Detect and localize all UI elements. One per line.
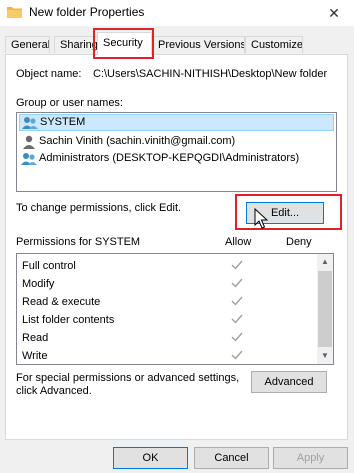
list-item: Write — [17, 347, 317, 365]
tab-previous-versions[interactable]: Previous Versions — [152, 36, 245, 53]
close-icon: ✕ — [328, 4, 340, 21]
allow-header: Allow — [225, 236, 252, 248]
scroll-thumb[interactable] — [318, 271, 332, 347]
user-list[interactable]: SYSTEM Sachin Vinith (sachin.vinith@gmai… — [16, 112, 337, 192]
change-permissions-hint: To change permissions, click Edit. — [16, 202, 182, 214]
folder-icon — [7, 7, 22, 18]
list-item-label: Administrators (DESKTOP-KEPQGDI\Administ… — [39, 152, 300, 164]
advanced-button[interactable]: Advanced — [251, 371, 327, 393]
group-label: Group or user names: — [16, 97, 123, 109]
tab-general[interactable]: General — [5, 36, 50, 53]
list-item[interactable]: Sachin Vinith (sachin.vinith@gmail.com) — [19, 133, 235, 150]
object-name-label: Object name: — [16, 68, 82, 80]
scroll-down-icon[interactable]: ▼ — [320, 351, 330, 361]
permission-name: Full control — [22, 260, 76, 272]
check-icon — [231, 278, 243, 288]
mouse-cursor-icon — [254, 208, 268, 229]
tab-customize[interactable]: Customize — [245, 36, 303, 53]
permission-name: Read & execute — [22, 296, 101, 308]
check-icon — [231, 314, 243, 324]
ok-button[interactable]: OK — [113, 447, 188, 469]
title-bar: New folder Properties ✕ — [0, 0, 354, 26]
users-icon — [21, 152, 37, 165]
users-icon — [22, 116, 38, 129]
check-icon — [231, 260, 243, 270]
cancel-button[interactable]: Cancel — [194, 447, 269, 469]
special-permissions-hint-2: click Advanced. — [16, 385, 92, 397]
list-item: Read — [17, 329, 317, 347]
list-item: Read & execute — [17, 293, 317, 311]
user-icon — [23, 135, 35, 149]
list-item-label: SYSTEM — [40, 116, 86, 128]
list-item[interactable]: SYSTEM — [19, 114, 334, 131]
apply-button[interactable]: Apply — [273, 447, 348, 469]
object-name-value: C:\Users\SACHIN-NITHISH\Desktop\New fold… — [93, 68, 328, 80]
check-icon — [231, 296, 243, 306]
permissions-list[interactable]: Full control Modify Read & execute List … — [16, 253, 334, 365]
tab-strip: General Sharing Security Previous Versio… — [0, 27, 354, 55]
scroll-up-icon[interactable]: ▲ — [320, 257, 330, 267]
list-item[interactable]: Administrators (DESKTOP-KEPQGDI\Administ… — [19, 150, 299, 167]
list-item: Full control — [17, 257, 317, 275]
list-item-label: Sachin Vinith (sachin.vinith@gmail.com) — [39, 135, 236, 147]
tab-security[interactable]: Security — [97, 32, 152, 55]
list-item: List folder contents — [17, 311, 317, 329]
close-button[interactable]: ✕ — [314, 0, 354, 26]
deny-header: Deny — [286, 236, 312, 248]
permission-name: Write — [22, 350, 48, 362]
permission-name: Read — [22, 332, 49, 344]
window-title: New folder Properties — [29, 5, 145, 19]
check-icon — [231, 350, 243, 360]
permissions-for-label: Permissions for SYSTEM — [16, 236, 141, 248]
list-item: Modify — [17, 275, 317, 293]
vertical-scrollbar[interactable]: ▲ ▼ — [317, 254, 333, 364]
tab-sharing[interactable]: Sharing — [54, 36, 98, 53]
special-permissions-hint: For special permissions or advanced sett… — [16, 372, 240, 384]
permission-name: List folder contents — [22, 314, 115, 326]
permission-name: Modify — [22, 278, 55, 290]
check-icon — [231, 332, 243, 342]
